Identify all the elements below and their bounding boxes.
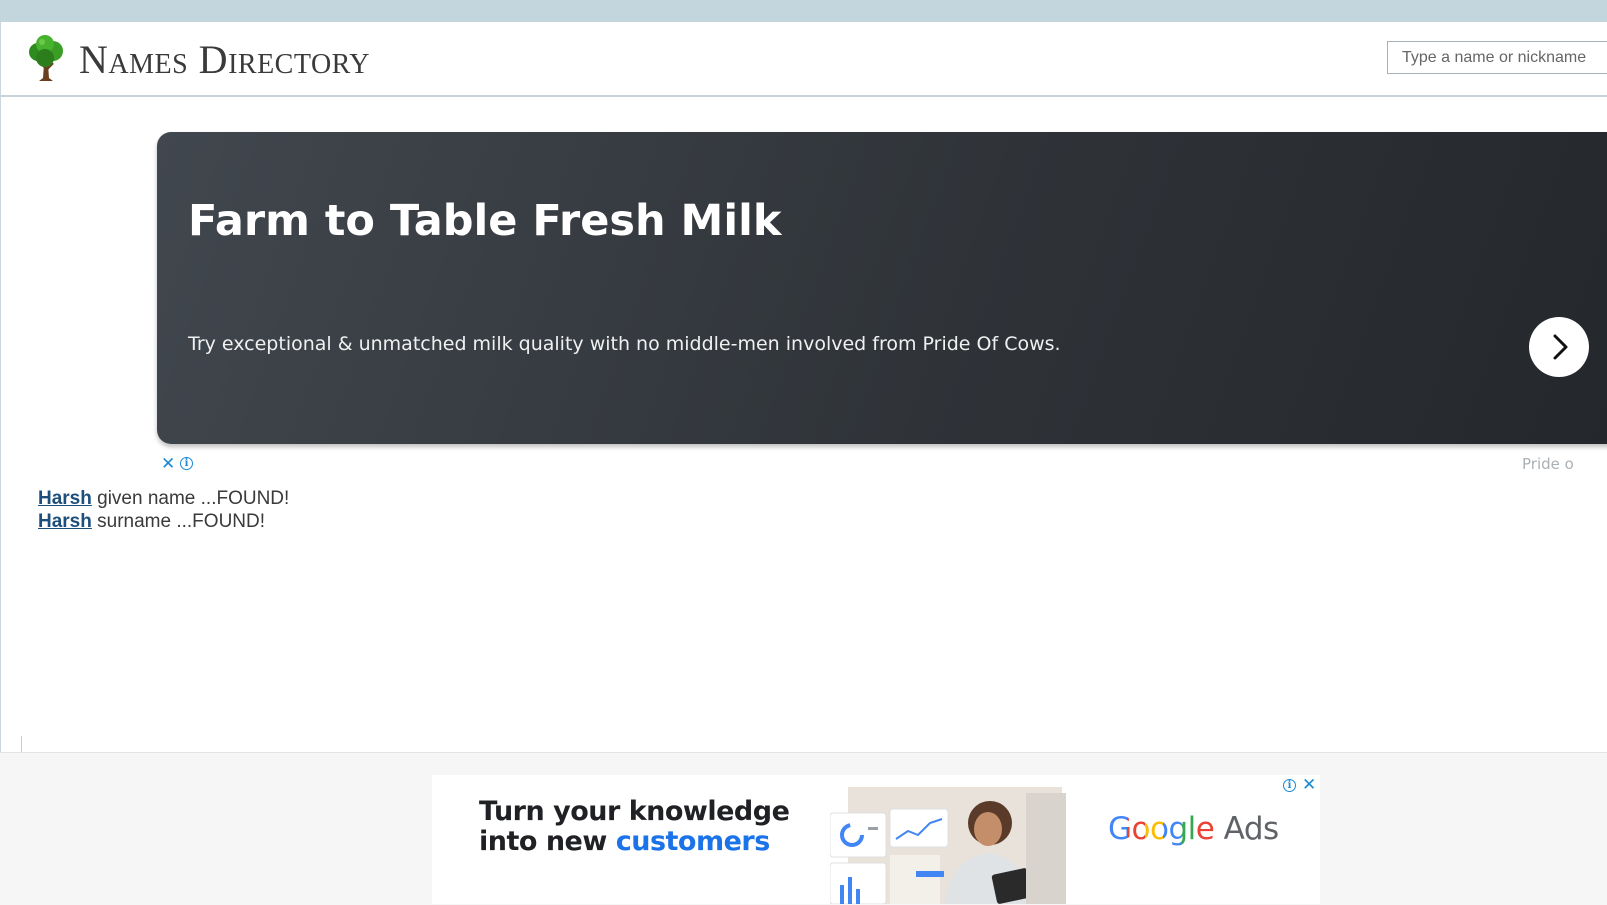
tree-icon[interactable] <box>27 34 65 82</box>
headline-line-2: into new customers <box>479 827 789 857</box>
ad-next-button[interactable] <box>1529 317 1589 377</box>
headline-accent: customers <box>615 826 771 857</box>
site-header: Names Directory <box>1 22 1607 97</box>
ads-wordmark: Ads <box>1214 811 1280 847</box>
info-icon[interactable]: i <box>1283 779 1296 792</box>
browser-top-strip <box>0 0 1607 22</box>
google-wordmark: Google <box>1108 811 1215 847</box>
close-icon[interactable]: ✕ <box>161 455 175 472</box>
result-name-link[interactable]: Harsh <box>38 488 92 509</box>
site-title[interactable]: Names Directory <box>79 36 370 83</box>
headline-prefix: into new <box>479 826 616 857</box>
headline-line-1: Turn your knowledge <box>479 796 790 827</box>
ad-title[interactable]: Farm to Table Fresh Milk <box>188 196 781 246</box>
result-text: given name ...FOUND! <box>97 488 290 509</box>
google-ads-logo[interactable]: Google Ads <box>1108 811 1279 847</box>
info-icon[interactable]: i <box>180 457 193 470</box>
chevron-right-icon <box>1553 334 1568 360</box>
search-results: Harsh given name ...FOUND! Harsh surname… <box>38 487 289 533</box>
close-icon[interactable]: ✕ <box>1302 776 1316 793</box>
result-row: Harsh given name ...FOUND! <box>38 487 289 510</box>
search-input[interactable] <box>1387 41 1607 74</box>
bottom-ad-headline[interactable]: Turn your knowledge into new customers <box>479 796 790 857</box>
result-text: surname ...FOUND! <box>97 511 266 532</box>
ad-description[interactable]: Try exceptional & unmatched milk quality… <box>188 333 1061 355</box>
bottom-ad[interactable]: Turn your knowledge into new customers G… <box>432 775 1320 904</box>
result-row: Harsh surname ...FOUND! <box>38 510 289 533</box>
ad-banner[interactable]: Farm to Table Fresh Milk Try exceptional… <box>157 132 1607 444</box>
result-name-link[interactable]: Harsh <box>38 511 92 532</box>
bottom-ad-image <box>829 785 1066 904</box>
ad-advertiser[interactable]: Pride o <box>1522 455 1574 473</box>
